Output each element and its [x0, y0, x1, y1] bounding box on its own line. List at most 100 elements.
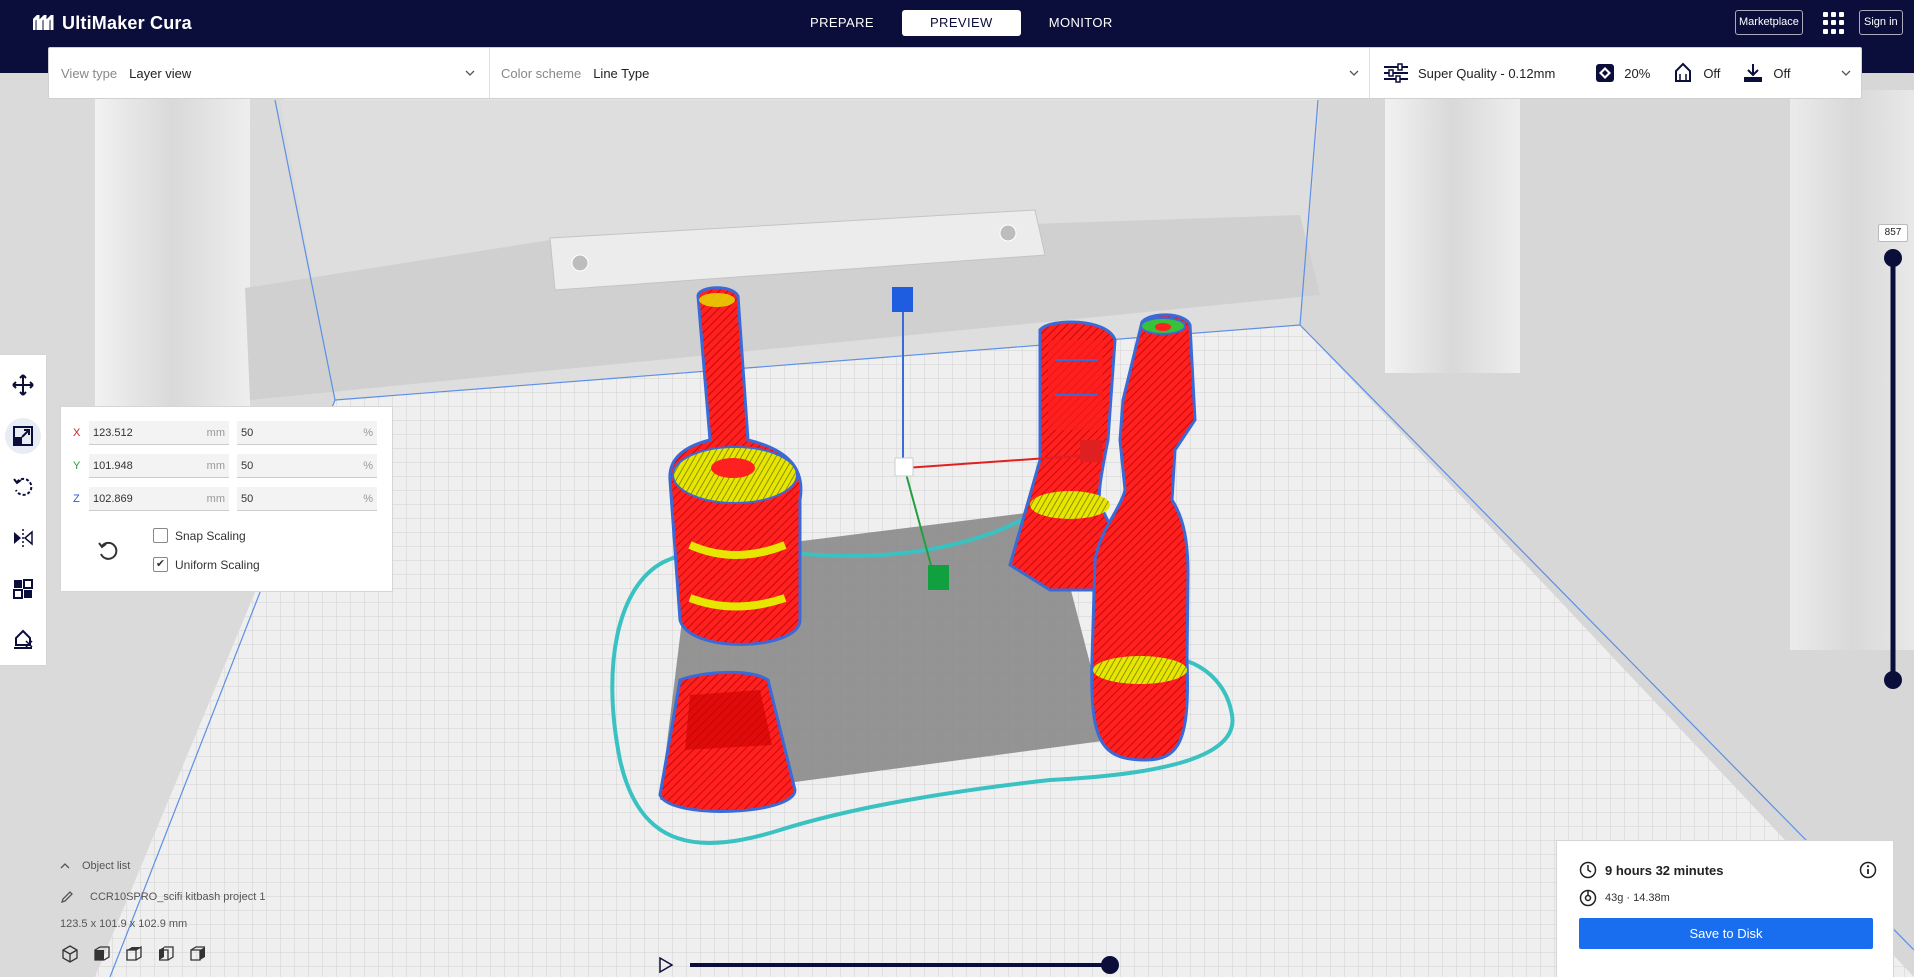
grid-apps-icon[interactable] — [1823, 12, 1845, 34]
scale-row-y: Y 101.948 mm 50% — [73, 453, 377, 479]
y-mm-field[interactable]: 101.948 mm — [89, 454, 229, 478]
snap-scaling-box[interactable] — [153, 528, 168, 543]
tab-preview[interactable]: PREVIEW — [901, 10, 1021, 36]
layer-number-badge[interactable]: 857 — [1878, 224, 1908, 242]
x-percent-value: 50 — [241, 426, 254, 439]
y-mm-value: 101.948 — [93, 459, 133, 472]
save-to-disk-button[interactable]: Save to Disk — [1579, 918, 1873, 949]
z-mm-value: 102.869 — [93, 492, 133, 505]
chevron-down-icon — [465, 70, 475, 76]
per-model-settings-button[interactable] — [5, 571, 41, 607]
x-percent-field[interactable]: 50% — [237, 421, 377, 445]
x-mm-field[interactable]: 123.512 mm — [89, 421, 229, 445]
mirror-icon — [14, 529, 33, 547]
view-type-dropdown[interactable]: View type Layer view — [61, 48, 491, 98]
view-top-icon[interactable] — [124, 944, 144, 964]
reset-icon — [98, 541, 118, 560]
profile-item: Super Quality - 0.12mm — [1383, 63, 1555, 83]
move-tool-button[interactable] — [5, 367, 41, 403]
pencil-icon — [60, 891, 73, 904]
view-type-value: Layer view — [129, 65, 192, 81]
object-list-panel: Object list CCR10SPRO_scifi kitbash proj… — [60, 860, 380, 964]
support-item: Off — [1672, 62, 1720, 84]
reset-scale-button[interactable] — [96, 539, 120, 566]
view-right-icon[interactable] — [188, 944, 208, 964]
axis-z-label: Z — [73, 493, 80, 505]
print-time-row: 9 hours 32 minutes — [1579, 861, 1723, 879]
z-percent-field[interactable]: 50% — [237, 487, 377, 511]
x-mm-value: 123.512 — [93, 426, 133, 439]
app-title: UltiMaker Cura — [62, 12, 192, 33]
scale-tool-button[interactable] — [5, 418, 41, 454]
scale-row-x: X 123.512 mm 50% — [73, 420, 377, 446]
percent-unit: % — [363, 426, 373, 439]
mirror-tool-button[interactable] — [5, 520, 41, 556]
object-dimensions: 123.5 x 101.9 x 102.9 mm — [60, 918, 188, 930]
chevron-down-icon[interactable] — [1841, 68, 1851, 78]
y-percent-field[interactable]: 50% — [237, 454, 377, 478]
snap-scaling-label: Snap Scaling — [175, 528, 246, 543]
object-name: CCR10SPRO_scifi kitbash project 1 — [90, 891, 266, 903]
support-blocker-button[interactable] — [5, 622, 41, 658]
view-type-label: View type — [61, 65, 118, 81]
app-logo: UltiMaker Cura — [33, 12, 192, 34]
layer-slider-upper-handle[interactable] — [1884, 249, 1902, 267]
material-row: 43g · 14.38m — [1579, 889, 1670, 907]
z-mm-field[interactable]: 102.869 mm — [89, 487, 229, 511]
layer-slider-lower-handle[interactable] — [1884, 671, 1902, 689]
chevron-down-icon — [1349, 70, 1359, 76]
sign-in-button[interactable]: Sign in — [1859, 10, 1903, 35]
camera-view-buttons — [60, 944, 380, 964]
path-slider-handle[interactable] — [1101, 956, 1119, 974]
color-scheme-value: Line Type — [593, 65, 650, 81]
view-3d-icon[interactable] — [60, 944, 80, 964]
print-time: 9 hours 32 minutes — [1605, 862, 1724, 878]
view-left-icon[interactable] — [156, 944, 176, 964]
object-name-row[interactable]: CCR10SPRO_scifi kitbash project 1 — [60, 890, 380, 904]
info-icon[interactable] — [1859, 861, 1877, 879]
infill-item: 20% — [1595, 63, 1650, 83]
color-scheme-dropdown[interactable]: Color scheme Line Type — [501, 48, 1381, 98]
mm-unit: mm — [206, 492, 225, 505]
move-icon — [12, 374, 34, 396]
uniform-scaling-box[interactable]: ✔ — [153, 557, 168, 572]
snap-scaling-checkbox[interactable]: Snap Scaling — [153, 528, 246, 543]
uniform-scaling-checkbox[interactable]: ✔ Uniform Scaling — [153, 557, 260, 572]
print-settings-summary[interactable]: Super Quality - 0.12mm 20% Off Off — [1383, 48, 1813, 98]
mm-unit: mm — [206, 459, 225, 472]
view-front-icon[interactable] — [92, 944, 112, 964]
material-usage: 43g · 14.38m — [1605, 892, 1670, 904]
percent-unit: % — [363, 459, 373, 472]
y-percent-value: 50 — [241, 459, 254, 472]
tab-monitor[interactable]: MONITOR — [1035, 10, 1127, 36]
z-percent-value: 50 — [241, 492, 254, 505]
object-list-toggle[interactable]: Object list — [60, 860, 380, 872]
adhesion-value: Off — [1773, 65, 1791, 81]
mm-unit: mm — [206, 426, 225, 439]
print-info-panel: 9 hours 32 minutes 43g · 14.38m Save to … — [1556, 840, 1894, 977]
color-scheme-label: Color scheme — [501, 65, 582, 81]
rotate-tool-button[interactable] — [5, 469, 41, 505]
support-icon — [1675, 62, 1692, 82]
view-settings-bar: View type Layer view Color scheme Line T… — [48, 47, 1862, 99]
infill-icon — [1596, 64, 1615, 82]
axis-x-label: X — [73, 427, 81, 439]
sliders-icon — [1384, 63, 1408, 83]
per-model-settings-icon — [13, 579, 33, 599]
percent-unit: % — [363, 492, 373, 505]
left-toolbar — [0, 354, 47, 666]
scale-icon — [13, 426, 33, 446]
stage-tabs: PREPARE PREVIEW MONITOR — [796, 10, 1127, 36]
axis-y-label: Y — [73, 460, 81, 472]
object-list-label: Object list — [82, 860, 131, 872]
scale-panel: X 123.512 mm 50% Y 101.948 mm 50% Z 102.86… — [60, 406, 393, 592]
clock-icon — [1579, 861, 1597, 879]
uniform-scaling-label: Uniform Scaling — [175, 557, 260, 572]
adhesion-item: Off — [1742, 62, 1791, 84]
scale-row-z: Z 102.869 mm 50% — [73, 486, 377, 512]
rotate-icon — [13, 477, 33, 496]
marketplace-button[interactable]: Marketplace — [1735, 10, 1803, 35]
infill-value: 20% — [1624, 65, 1651, 81]
support-value: Off — [1703, 65, 1721, 81]
tab-prepare[interactable]: PREPARE — [796, 10, 888, 36]
